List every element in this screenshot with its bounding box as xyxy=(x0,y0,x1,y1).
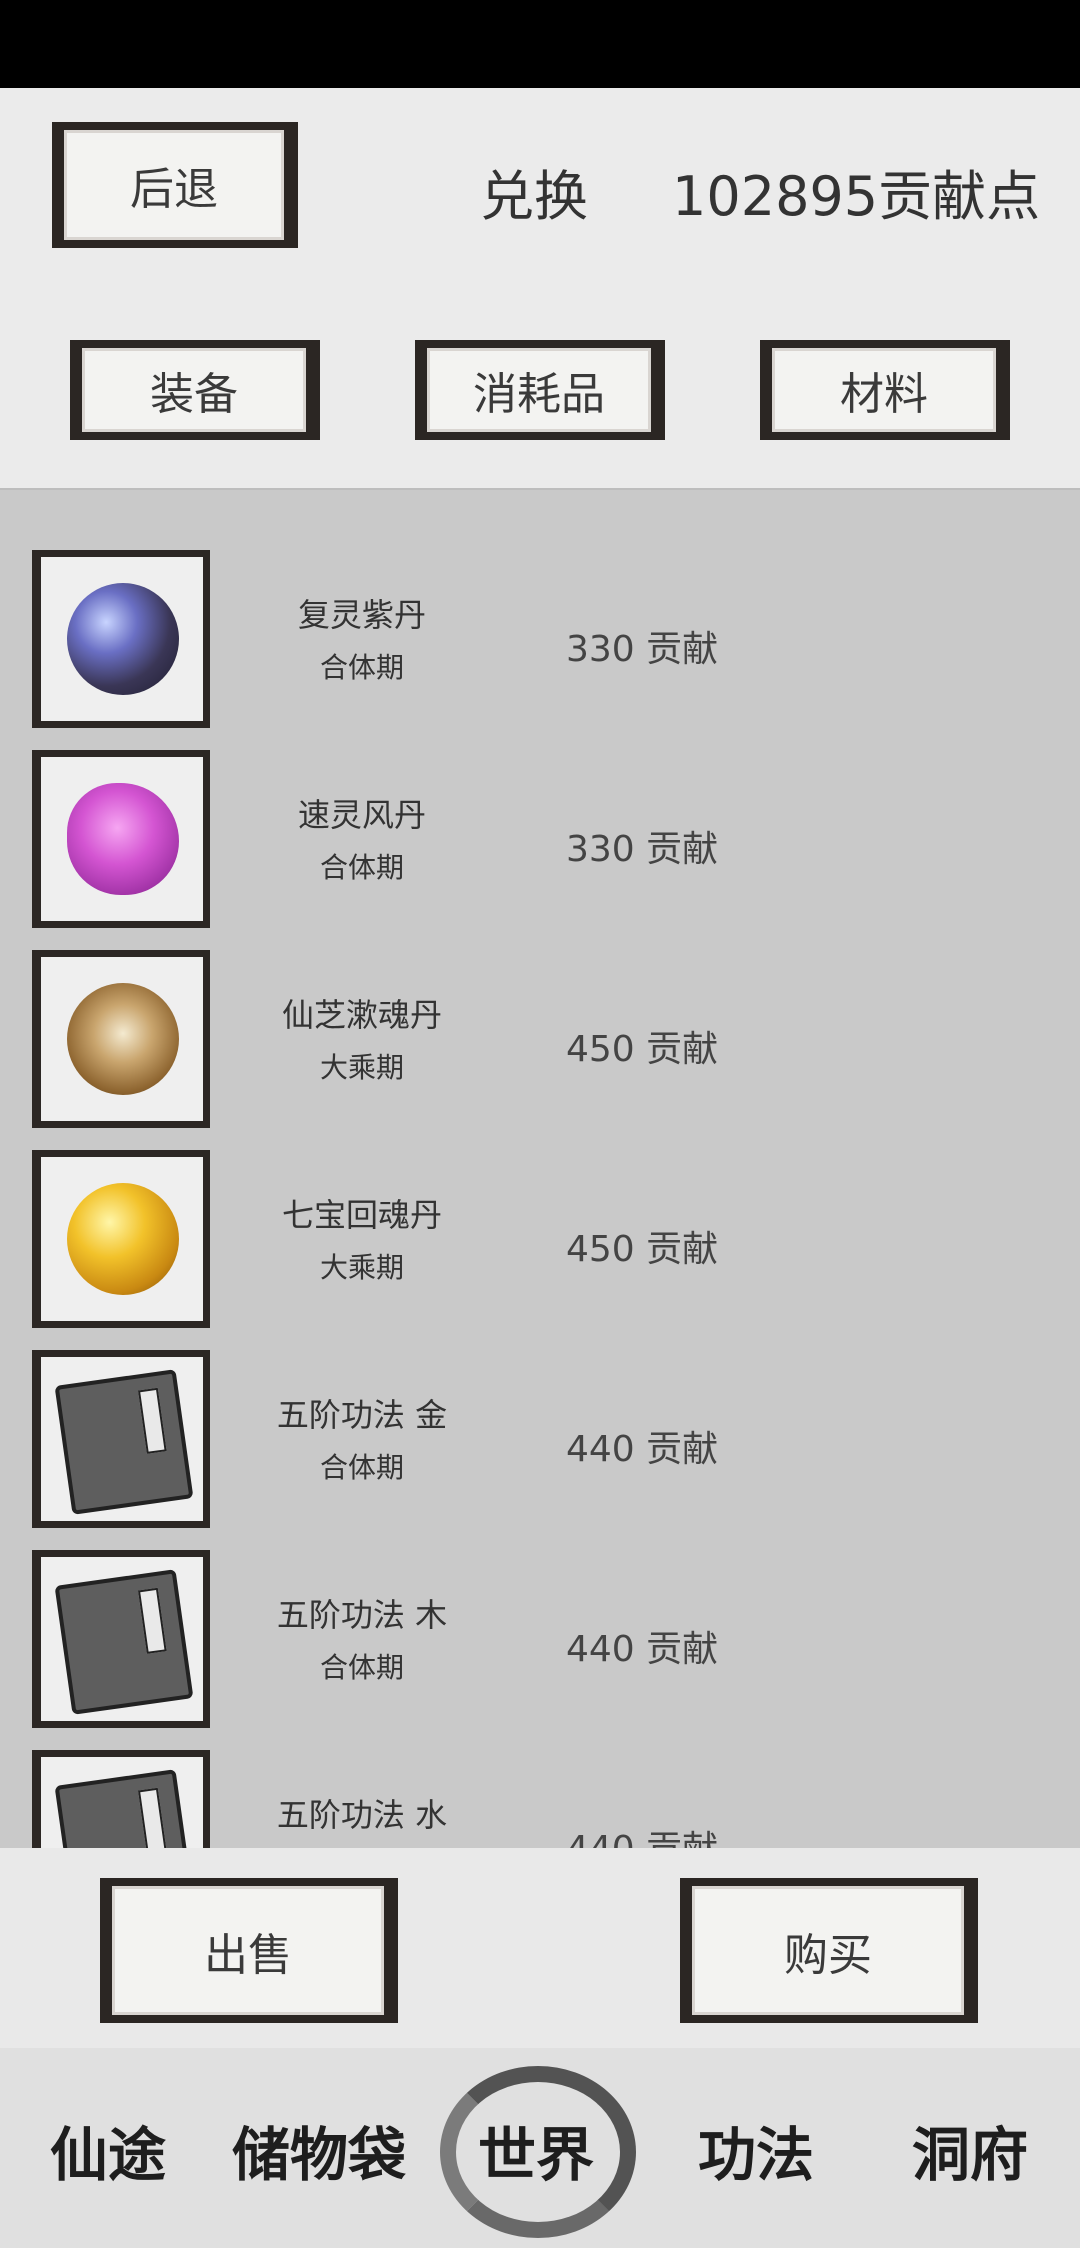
item-name: 仙芝漱魂丹 xyxy=(281,996,442,1034)
list-item[interactable]: 速灵风丹 合体期 330 贡献 xyxy=(0,730,1080,930)
list-item[interactable]: 复灵紫丹 合体期 330 贡献 xyxy=(0,530,1080,730)
item-name: 速灵风丹 xyxy=(297,796,426,834)
nav-item-xiantu[interactable]: 仙途 xyxy=(50,2108,166,2192)
item-level: 合体期 xyxy=(319,1651,404,1684)
list-item[interactable]: 五阶功法 金 合体期 440 贡献 xyxy=(0,1330,1080,1530)
item-icon-frame xyxy=(32,1550,210,1728)
item-level: 合体期 xyxy=(319,851,404,884)
book-icon xyxy=(54,1369,194,1515)
item-level: 合体期 xyxy=(319,651,404,684)
list-item[interactable]: 五阶功法 水 440 贡献 xyxy=(0,1730,1080,1850)
item-price: 330 贡献 xyxy=(566,829,719,870)
book-icon xyxy=(54,1769,194,1850)
item-name: 五阶功法 木 xyxy=(276,1596,448,1634)
item-price: 440 贡献 xyxy=(566,1829,719,1850)
nav-item-cave-dwelling[interactable]: 洞府 xyxy=(912,2108,1028,2192)
gold-pill-icon xyxy=(67,1183,179,1295)
item-name: 七宝回魂丹 xyxy=(281,1196,442,1234)
tab-consumables[interactable]: 消耗品 xyxy=(415,340,665,440)
tab-materials[interactable]: 材料 xyxy=(760,340,1010,440)
list-item[interactable]: 五阶功法 木 合体期 440 贡献 xyxy=(0,1530,1080,1730)
item-price: 330 贡献 xyxy=(566,629,719,670)
item-icon-frame xyxy=(32,1150,210,1328)
item-level: 大乘期 xyxy=(319,1051,404,1084)
nav-item-storage-bag[interactable]: 储物袋 xyxy=(232,2108,406,2192)
buy-button[interactable]: 购买 xyxy=(680,1878,978,2023)
item-list[interactable]: 复灵紫丹 合体期 330 贡献 速灵风丹 合体期 330 贡献 仙芝漱魂丹 大乘… xyxy=(0,488,1080,1850)
item-icon-frame xyxy=(32,1350,210,1528)
list-item[interactable]: 仙芝漱魂丹 大乘期 450 贡献 xyxy=(0,930,1080,1130)
page-title: 兑换 xyxy=(480,165,588,228)
nav-item-techniques[interactable]: 功法 xyxy=(698,2108,814,2192)
item-icon-frame xyxy=(32,550,210,728)
book-icon xyxy=(54,1569,194,1715)
item-name: 五阶功法 水 xyxy=(276,1796,448,1834)
magenta-pill-icon xyxy=(67,783,179,895)
item-price: 440 贡献 xyxy=(566,1629,719,1670)
item-icon-frame xyxy=(32,1750,210,1850)
item-icon-frame xyxy=(32,750,210,928)
contribution-points: 102895贡献点 xyxy=(672,165,1041,228)
sell-button[interactable]: 出售 xyxy=(100,1878,398,2023)
item-level: 大乘期 xyxy=(319,1251,404,1284)
back-button[interactable]: 后退 xyxy=(52,122,298,248)
tab-equipment[interactable]: 装备 xyxy=(70,340,320,440)
nav-item-world[interactable]: 世界 xyxy=(478,2108,594,2192)
item-price: 440 贡献 xyxy=(566,1429,719,1470)
item-price: 450 贡献 xyxy=(566,1229,719,1270)
beast-pill-icon xyxy=(67,983,179,1095)
item-name: 五阶功法 金 xyxy=(276,1396,448,1434)
status-bar xyxy=(0,0,1080,88)
list-item[interactable]: 七宝回魂丹 大乘期 450 贡献 xyxy=(0,1130,1080,1330)
purple-pill-icon xyxy=(67,583,179,695)
item-name: 复灵紫丹 xyxy=(297,596,426,634)
item-price: 450 贡献 xyxy=(566,1029,719,1070)
item-level: 合体期 xyxy=(319,1451,404,1484)
item-icon-frame xyxy=(32,950,210,1128)
